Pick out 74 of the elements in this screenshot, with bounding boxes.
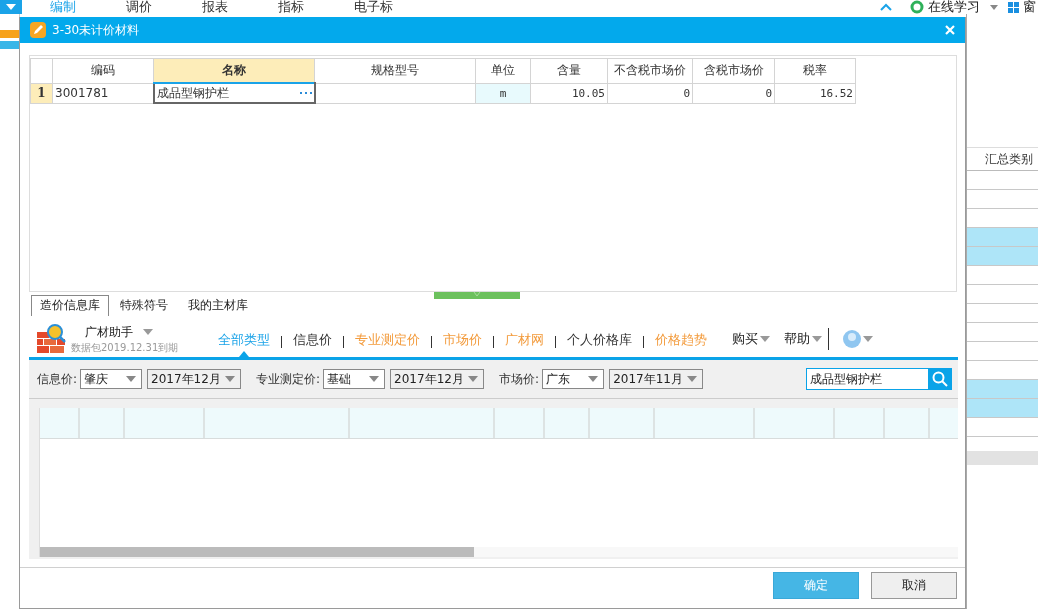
search-icon [932, 371, 948, 387]
dropdown[interactable]: 2017年11月 [609, 369, 704, 389]
assistant-title[interactable]: 广材助手 [85, 323, 133, 341]
toolbar-icon[interactable] [0, 30, 19, 38]
filter-label: 信息价: [37, 370, 78, 388]
window-title: 3-30未计价材料 [52, 21, 141, 39]
nav-link[interactable]: 个人价格库 [556, 321, 643, 357]
headset-icon[interactable] [910, 0, 924, 14]
menu-item[interactable]: 指标 [278, 0, 354, 14]
toolbar-icon[interactable] [0, 41, 19, 49]
menu-item[interactable]: 报表 [202, 0, 278, 14]
cancel-button[interactable]: 取消 [871, 571, 957, 599]
splitter-handle[interactable] [434, 292, 520, 299]
scrollbar[interactable] [967, 451, 1038, 465]
brick-wall-icon[interactable] [37, 324, 67, 354]
table-cell[interactable]: 0 [607, 83, 693, 103]
table-row[interactable] [967, 380, 1038, 399]
column-header[interactable]: 编码 [52, 58, 154, 83]
caret-icon [6, 4, 16, 10]
dropdown-menu[interactable]: 购买 [732, 330, 770, 348]
online-learning-link[interactable]: 在线学习 [928, 0, 980, 14]
column-header[interactable]: 名称 [153, 58, 315, 83]
caret-icon [225, 376, 236, 382]
filter-label: 市场价: [499, 370, 540, 388]
pointer-icon [239, 351, 249, 357]
user-avatar-icon[interactable] [843, 330, 861, 348]
collapse-icon[interactable] [880, 3, 892, 11]
table-row[interactable] [967, 399, 1038, 418]
column-header[interactable]: 规格型号 [314, 58, 476, 83]
menu-item[interactable]: 调价 [126, 0, 202, 14]
caret-icon [588, 376, 599, 382]
table-row[interactable] [967, 247, 1038, 266]
caret-icon [863, 336, 873, 342]
table-row[interactable] [967, 228, 1038, 247]
table-cell[interactable]: 0 [692, 83, 775, 103]
menu-item[interactable]: 电子标 [354, 0, 430, 14]
column-header[interactable]: 不含税市场价 [607, 58, 693, 83]
dropdown-menu[interactable]: 帮助 [784, 330, 822, 348]
dropdown[interactable]: 肇庆 [80, 369, 143, 389]
search-field[interactable]: 成品型钢护栏 [806, 368, 928, 390]
caret-icon [760, 336, 770, 342]
table-cell[interactable]: 16.52 [774, 83, 856, 103]
filter-label: 专业测定价: [256, 370, 321, 388]
caret-icon [126, 376, 137, 382]
dropdown[interactable]: 2017年12月 [147, 369, 242, 389]
tab[interactable]: 造价信息库 [31, 295, 109, 316]
table-cell[interactable]: 成品型钢护栏 [153, 83, 315, 103]
scrollbar-thumb[interactable] [40, 547, 474, 557]
windows-icon[interactable] [1008, 1, 1019, 13]
tab[interactable]: 我的主材库 [179, 295, 257, 316]
row-number: 1 [30, 83, 53, 103]
caret-icon [143, 329, 153, 335]
scrollbar[interactable] [40, 547, 958, 557]
caret-icon [687, 376, 698, 382]
more-icon[interactable] [299, 91, 312, 95]
edit-icon [30, 22, 46, 38]
dropdown[interactable]: 基础 [323, 369, 386, 389]
caret-icon [468, 376, 479, 382]
search-button[interactable] [928, 368, 952, 390]
table-cell[interactable]: 10.05 [530, 83, 608, 103]
window-menu[interactable]: 窗 [1023, 0, 1036, 14]
column-header[interactable]: 税率 [774, 58, 856, 83]
close-icon[interactable] [945, 25, 955, 35]
column-header[interactable]: 含税市场价 [692, 58, 775, 83]
caret-icon [812, 336, 822, 342]
column-header[interactable]: 含量 [530, 58, 608, 83]
caret-icon [369, 376, 380, 382]
caret-icon[interactable] [990, 4, 998, 10]
dropdown[interactable]: 广东 [542, 369, 605, 389]
dropdown[interactable]: 2017年12月 [390, 369, 485, 389]
column-header[interactable]: 单位 [475, 58, 531, 83]
nav-link[interactable]: 信息价 [282, 321, 343, 357]
tab[interactable]: 特殊符号 [111, 295, 177, 316]
package-note: 数据包2019.12.31到期 [71, 340, 179, 355]
